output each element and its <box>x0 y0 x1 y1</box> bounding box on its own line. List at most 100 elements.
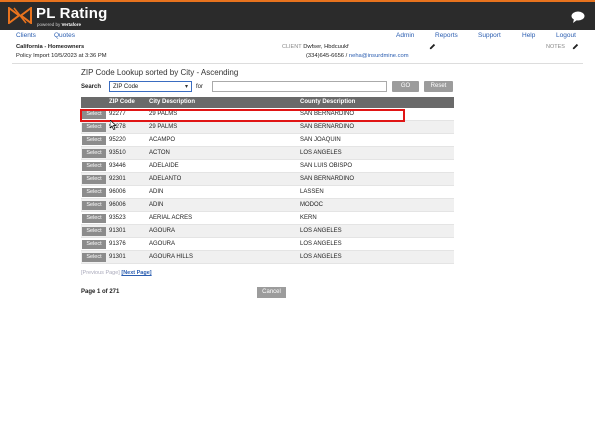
county-cell: LOS ANGELES <box>300 228 342 234</box>
client-email-link[interactable]: neha@insurdmine.com <box>349 53 409 59</box>
zip-cell: 91301 <box>109 254 126 260</box>
table-row: Select 93523 AERIAL ACRES KERN <box>81 212 454 225</box>
city-cell: AGOURA <box>149 241 176 247</box>
powered-company: Vertafore <box>61 22 82 27</box>
top-header-bar: PL Rating powered by Vertafore <box>0 0 595 30</box>
city-cell: 29 PALMS <box>149 124 178 130</box>
select-button[interactable]: Select <box>82 188 106 197</box>
nav-support-link[interactable]: Support <box>478 32 501 39</box>
table-row: Select 93510 ACTON LOS ANGELES <box>81 147 454 160</box>
mouse-cursor-icon <box>110 120 117 130</box>
select-button[interactable]: Select <box>82 214 106 223</box>
edit-notes-pencil-icon[interactable] <box>572 43 579 50</box>
cancel-button[interactable]: Cancel <box>257 287 286 298</box>
county-cell: LOS ANGELES <box>300 150 342 156</box>
county-cell: LASSEN <box>300 189 324 195</box>
table-header: ZIP Code City Description County Descrip… <box>81 97 454 108</box>
go-button[interactable]: GO <box>392 81 419 92</box>
select-button[interactable]: Select <box>82 201 106 210</box>
header-zip: ZIP Code <box>109 99 135 105</box>
zip-cell: 93523 <box>109 215 126 221</box>
chevron-down-icon: ▾ <box>184 84 188 90</box>
previous-page-link: [Previous Page] <box>81 270 120 276</box>
lookup-title: ZIP Code Lookup sorted by City - Ascendi… <box>81 68 239 77</box>
client-label: CLIENT <box>282 44 302 50</box>
select-button[interactable]: Select <box>82 240 106 249</box>
select-button[interactable]: Select <box>82 253 106 262</box>
select-button[interactable]: Select <box>82 149 106 158</box>
table-row: Select 95220 ACAMPO SAN JOAQUIN <box>81 134 454 147</box>
zip-cell: 91301 <box>109 228 126 234</box>
notes-label: NOTES <box>546 44 565 50</box>
table-row: Select 93446 ADELAIDE SAN LUIS OBISPO <box>81 160 454 173</box>
client-contact: (334)645-6656 / neha@insurdmine.com <box>306 53 409 59</box>
zip-cell: 96006 <box>109 189 126 195</box>
client-info: CLIENT Dwfser, Hbdcuukf <box>282 44 349 50</box>
header-divider <box>12 63 583 64</box>
county-cell: LOS ANGELES <box>300 254 342 260</box>
nav-help-link[interactable]: Help <box>522 32 535 39</box>
zip-results-table: ZIP Code City Description County Descrip… <box>81 97 454 264</box>
city-cell: AGOURA <box>149 228 176 234</box>
table-row: Select 92278 29 PALMS SAN BERNARDINO <box>81 121 454 134</box>
zip-cell: 92301 <box>109 176 126 182</box>
nav-admin-link[interactable]: Admin <box>396 32 414 39</box>
zip-cell: 93446 <box>109 163 126 169</box>
city-cell: ADELANTO <box>149 176 182 182</box>
client-phone: (334)645-6656 / <box>306 53 348 59</box>
nav-bar: Clients Quotes Admin Reports Support Hel… <box>0 30 595 42</box>
select-button[interactable]: Select <box>82 136 106 145</box>
search-type-value: ZIP Code <box>113 84 139 90</box>
search-input[interactable] <box>212 81 387 92</box>
zip-cell: 91376 <box>109 241 126 247</box>
county-cell: SAN BERNARDINO <box>300 176 355 182</box>
city-cell: ACAMPO <box>149 137 176 143</box>
nav-quotes-link[interactable]: Quotes <box>54 32 75 39</box>
table-row: Select 91376 AGOURA LOS ANGELES <box>81 238 454 251</box>
chat-icon[interactable] <box>571 11 585 23</box>
select-button[interactable]: Select <box>82 123 106 132</box>
nav-reports-link[interactable]: Reports <box>435 32 458 39</box>
next-page-link[interactable]: [Next Page] <box>121 270 151 276</box>
reset-button[interactable]: Reset <box>424 81 453 92</box>
powered-prefix: powered by <box>37 22 61 27</box>
county-cell: KERN <box>300 215 317 221</box>
select-button[interactable]: Select <box>82 162 106 171</box>
city-cell: ACTON <box>149 150 170 156</box>
pl-rating-logo-icon <box>8 7 32 24</box>
policy-line: California - Homeowners <box>16 44 85 50</box>
for-label: for <box>196 84 204 90</box>
search-type-select[interactable]: ZIP Code ▾ <box>109 81 192 92</box>
county-cell: SAN JOAQUIN <box>300 137 341 143</box>
page-count: Page 1 of 271 <box>81 289 120 295</box>
zip-cell: 95220 <box>109 137 126 143</box>
county-cell: LOS ANGELES <box>300 241 342 247</box>
table-row: Select 92301 ADELANTO SAN BERNARDINO <box>81 173 454 186</box>
search-label: Search <box>81 84 102 90</box>
brand-title: PL Rating <box>36 5 108 22</box>
county-cell: SAN BERNARDINO <box>300 124 355 130</box>
selected-row-highlight <box>80 109 405 122</box>
county-cell: SAN LUIS OBISPO <box>300 163 353 169</box>
city-cell: AGOURA HILLS <box>149 254 194 260</box>
table-row: Select 96006 ADIN MODOC <box>81 199 454 212</box>
pager: [Previous Page] [Next Page] <box>81 270 152 276</box>
city-cell: AERIAL ACRES <box>149 215 193 221</box>
county-cell: MODOC <box>300 202 323 208</box>
policy-import: Policy Import 10/5/2023 at 3:36 PM <box>16 53 107 59</box>
header-county: County Description <box>300 99 356 105</box>
edit-client-pencil-icon[interactable] <box>429 43 436 50</box>
city-cell: ADELAIDE <box>149 163 179 169</box>
table-row: Select 96006 ADIN LASSEN <box>81 186 454 199</box>
nav-clients-link[interactable]: Clients <box>16 32 36 39</box>
powered-by: powered by Vertafore <box>37 22 81 27</box>
header-city: City Description <box>149 99 196 105</box>
client-name: Dwfser, Hbdcuukf <box>303 44 349 50</box>
city-cell: ADIN <box>149 189 164 195</box>
zip-cell: 96006 <box>109 202 126 208</box>
select-button[interactable]: Select <box>82 227 106 236</box>
select-button[interactable]: Select <box>82 175 106 184</box>
table-row: Select 91301 AGOURA LOS ANGELES <box>81 225 454 238</box>
nav-logout-link[interactable]: Logout <box>556 32 576 39</box>
table-row: Select 91301 AGOURA HILLS LOS ANGELES <box>81 251 454 264</box>
